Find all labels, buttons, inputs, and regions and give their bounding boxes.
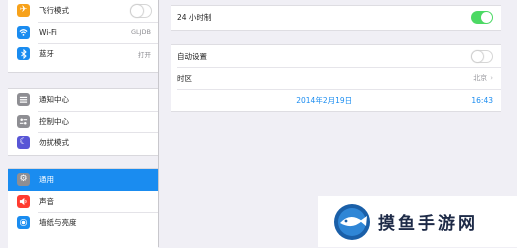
watermark-text: 摸鱼手游网: [378, 214, 478, 234]
datetime-row[interactable]: 2014年2月19日 16:43: [171, 89, 501, 111]
sidebar-item-label: 飞行模式: [39, 6, 69, 16]
sidebar-item-wallpaper-brightness[interactable]: 墙纸与亮度: [8, 212, 158, 234]
sidebar-group-general: ⚙ 通用 声音 墙纸与亮度: [8, 168, 158, 248]
sidebar-item-notification-center[interactable]: 通知中心: [8, 89, 158, 111]
sidebar-item-control-center[interactable]: 控制中心: [8, 110, 158, 133]
wifi-icon: [17, 25, 30, 39]
sidebar-item-label: Wi-Fi: [39, 27, 57, 37]
sidebar-item-label: 通知中心: [39, 95, 69, 105]
timezone-row[interactable]: 时区 北京 ›: [171, 67, 501, 89]
sidebar-item-airplane-mode[interactable]: ✈ 飞行模式: [8, 0, 158, 22]
wifi-network-name: GLJDB: [130, 28, 151, 37]
wallpaper-icon: [17, 216, 30, 230]
sidebar-item-sounds[interactable]: 声音: [8, 191, 158, 213]
airplane-mode-toggle[interactable]: [130, 3, 152, 18]
sidebar-item-label: 勿扰模式: [39, 138, 69, 148]
sidebar-group-connectivity: ✈ 飞行模式 Wi-Fi GLJDB 蓝牙 打开: [8, 0, 158, 73]
fish-logo-icon: [334, 203, 370, 240]
notification-center-icon: [17, 93, 30, 107]
bluetooth-status: 打开: [138, 50, 151, 59]
timezone-label: 时区: [177, 73, 192, 83]
hour24-row: 24 小时制: [171, 6, 501, 28]
auto-set-toggle[interactable]: [471, 49, 493, 63]
timezone-value: 北京: [473, 74, 488, 82]
sidebar-item-general[interactable]: ⚙ 通用: [8, 169, 158, 191]
sidebar-item-label: 墙纸与亮度: [39, 218, 77, 228]
settings-sidebar: ✈ 飞行模式 Wi-Fi GLJDB 蓝牙 打开 通知中心 控制中心 ☾ 勿扰模…: [8, 0, 159, 248]
gear-icon: ⚙: [17, 173, 30, 187]
auto-set-label: 自动设置: [177, 51, 207, 61]
speaker-icon: [17, 194, 30, 208]
sidebar-item-label: 蓝牙: [39, 49, 54, 59]
time-value[interactable]: 16:43: [471, 96, 493, 105]
sidebar-item-wifi[interactable]: Wi-Fi GLJDB: [8, 21, 158, 44]
watermark: 摸鱼手游网: [318, 196, 517, 247]
auto-set-card: 自动设置 时区 北京 › 2014年2月19日 16:43: [171, 44, 501, 112]
sidebar-item-do-not-disturb[interactable]: ☾ 勿扰模式: [8, 132, 158, 154]
airplane-icon: ✈: [17, 4, 30, 18]
sidebar-item-label: 通用: [39, 175, 54, 185]
hour24-card: 24 小时制: [171, 5, 501, 31]
hour24-label: 24 小时制: [177, 12, 212, 22]
chevron-right-icon: ›: [490, 74, 493, 82]
sidebar-item-label: 控制中心: [39, 116, 69, 126]
sidebar-item-label: 声音: [39, 196, 54, 206]
hour24-toggle[interactable]: [471, 10, 493, 24]
sidebar-group-notifications: 通知中心 控制中心 ☾ 勿扰模式: [8, 88, 158, 156]
date-value[interactable]: 2014年2月19日: [177, 95, 471, 106]
auto-set-row: 自动设置: [171, 45, 501, 67]
bluetooth-icon: [17, 47, 30, 61]
moon-icon: ☾: [17, 136, 30, 150]
sidebar-item-bluetooth[interactable]: 蓝牙 打开: [8, 43, 158, 65]
control-center-icon: [17, 114, 30, 128]
